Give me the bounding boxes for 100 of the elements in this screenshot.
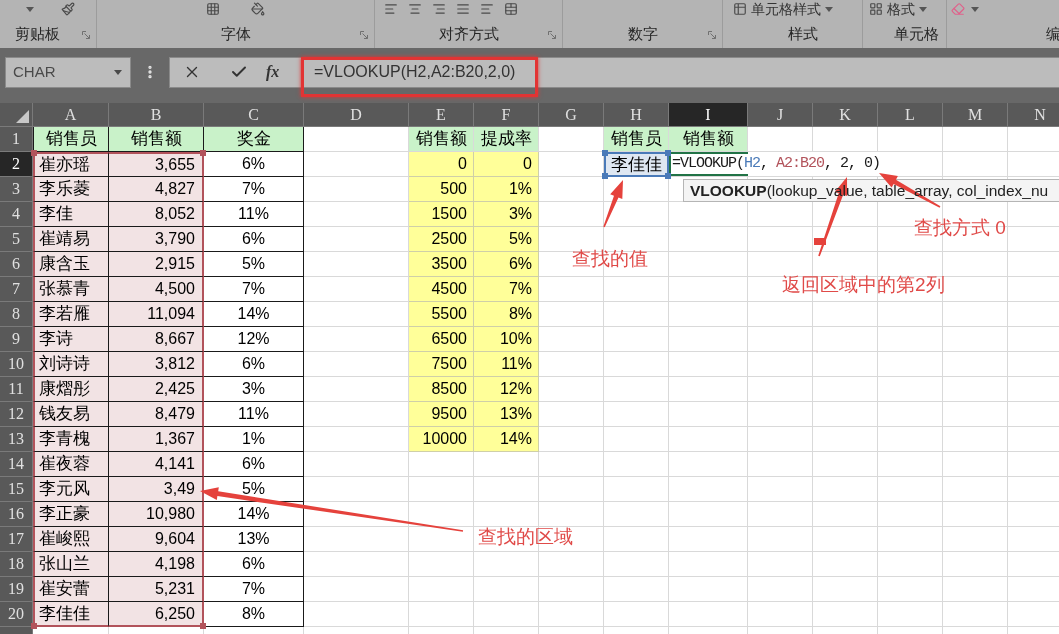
table-cell: 500 xyxy=(409,177,474,202)
select-all-button[interactable] xyxy=(0,103,33,127)
row-header[interactable]: 1 xyxy=(0,127,33,152)
paint-bucket-icon[interactable] xyxy=(251,2,265,16)
formula-input[interactable]: =VLOOKUP(H2,A2:B20,2,0) xyxy=(302,56,1059,88)
name-box[interactable]: CHAR xyxy=(5,56,131,88)
table-cell: 5500 xyxy=(409,302,474,327)
table-cell: 4,500 xyxy=(109,277,204,302)
table-cell: 1,367 xyxy=(109,427,204,452)
header-cell: 销售额 xyxy=(669,127,748,152)
table-cell: 4500 xyxy=(409,277,474,302)
column-header[interactable]: A xyxy=(33,103,109,127)
table-cell: 8,667 xyxy=(109,327,204,352)
table-cell: 1% xyxy=(204,427,304,452)
table-cell: 13% xyxy=(204,527,304,552)
table-cell: 6% xyxy=(474,252,539,277)
grid-icon[interactable] xyxy=(206,2,220,16)
row-header[interactable]: 10 xyxy=(0,352,33,377)
table-cell: 李青槐 xyxy=(33,427,109,452)
table-cell: 13% xyxy=(474,402,539,427)
table-cell: 10,980 xyxy=(109,502,204,527)
column-header[interactable]: G xyxy=(539,103,604,127)
dialog-launcher-icon[interactable] xyxy=(708,31,716,39)
ribbon-button[interactable]: 单元格样式 xyxy=(733,1,833,17)
column-header[interactable]: L xyxy=(878,103,943,127)
dialog-launcher-icon[interactable] xyxy=(360,31,368,39)
selection-handle[interactable] xyxy=(200,623,206,629)
table-cell: 李佳佳 xyxy=(33,602,109,627)
table-cell: 6% xyxy=(204,352,304,377)
dialog-launcher-icon[interactable] xyxy=(548,31,556,39)
align-right-icon[interactable] xyxy=(432,2,446,16)
table-cell: 14% xyxy=(204,302,304,327)
selection-handle[interactable] xyxy=(665,150,671,156)
column-header[interactable]: J xyxy=(748,103,813,127)
row-header[interactable]: 4 xyxy=(0,202,33,227)
table-cell: 4,198 xyxy=(109,552,204,577)
row-header[interactable]: 6 xyxy=(0,252,33,277)
row-header[interactable]: 9 xyxy=(0,327,33,352)
group-label: 数字 xyxy=(627,25,658,41)
align-center-icon[interactable] xyxy=(408,2,422,16)
table-cell: 7% xyxy=(204,177,304,202)
row-header[interactable]: 2 xyxy=(0,152,33,177)
row-header[interactable]: 14 xyxy=(0,452,33,477)
table-cell: 11,094 xyxy=(109,302,204,327)
selection-handle[interactable] xyxy=(602,150,608,156)
dialog-launcher-icon[interactable] xyxy=(82,31,90,39)
row-header[interactable]: 8 xyxy=(0,302,33,327)
table-cell: 张山兰 xyxy=(33,552,109,577)
table-cell: 4,141 xyxy=(109,452,204,477)
column-header[interactable]: H xyxy=(604,103,669,127)
selection-handle[interactable] xyxy=(31,623,37,629)
column-header[interactable]: M xyxy=(943,103,1008,127)
selection-handle[interactable] xyxy=(31,150,37,156)
row-header[interactable]: 15 xyxy=(0,477,33,502)
ribbon-button[interactable]: 格式 xyxy=(869,1,927,17)
table-cell: 7% xyxy=(474,277,539,302)
insert-function-button[interactable]: fx xyxy=(266,60,280,84)
column-header[interactable]: B xyxy=(109,103,204,127)
column-header[interactable]: D xyxy=(304,103,409,127)
table-cell: 0 xyxy=(409,152,474,177)
align-justify-icon[interactable] xyxy=(456,2,470,16)
paintbrush-icon[interactable] xyxy=(61,2,75,16)
selection-handle[interactable] xyxy=(602,173,608,179)
eraser-icon[interactable] xyxy=(951,2,965,16)
row-header[interactable]: 18 xyxy=(0,552,33,577)
table-cell: 李元风 xyxy=(33,477,109,502)
column-header[interactable]: K xyxy=(813,103,878,127)
row-header[interactable]: 11 xyxy=(0,377,33,402)
selection-handle[interactable] xyxy=(665,173,671,179)
group-label: 字体 xyxy=(220,25,251,41)
column-header[interactable]: C xyxy=(204,103,304,127)
table-icon xyxy=(733,2,747,16)
column-header[interactable]: N xyxy=(1008,103,1059,127)
row-header[interactable]: 20 xyxy=(0,602,33,627)
row-header[interactable]: 13 xyxy=(0,427,33,452)
column-header[interactable]: I xyxy=(669,103,748,127)
group-label: 剪贴板 xyxy=(15,25,60,41)
table-cell: 3500 xyxy=(409,252,474,277)
row-header[interactable]: 7 xyxy=(0,277,33,302)
table-cell: 7500 xyxy=(409,352,474,377)
row-header[interactable]: 5 xyxy=(0,227,33,252)
table-cell: 张慕青 xyxy=(33,277,109,302)
column-header[interactable]: E xyxy=(409,103,474,127)
row-header[interactable]: 16 xyxy=(0,502,33,527)
table-cell: 6500 xyxy=(409,327,474,352)
annotation-label: 查找的值 xyxy=(572,249,648,268)
row-header[interactable] xyxy=(0,627,33,634)
table-cell: 康含玉 xyxy=(33,252,109,277)
annotation-label: 查找方式 0 xyxy=(914,218,1006,237)
row-header[interactable]: 17 xyxy=(0,527,33,552)
align-left-icon[interactable] xyxy=(480,2,494,16)
row-header[interactable]: 3 xyxy=(0,177,33,202)
table-cell: 7% xyxy=(204,577,304,602)
align-left-icon[interactable] xyxy=(384,2,398,16)
selection-handle[interactable] xyxy=(200,150,206,156)
table-cell: 6% xyxy=(204,552,304,577)
row-header[interactable]: 12 xyxy=(0,402,33,427)
merge-cells-icon[interactable] xyxy=(504,2,518,16)
row-header[interactable]: 19 xyxy=(0,577,33,602)
column-header[interactable]: F xyxy=(474,103,539,127)
